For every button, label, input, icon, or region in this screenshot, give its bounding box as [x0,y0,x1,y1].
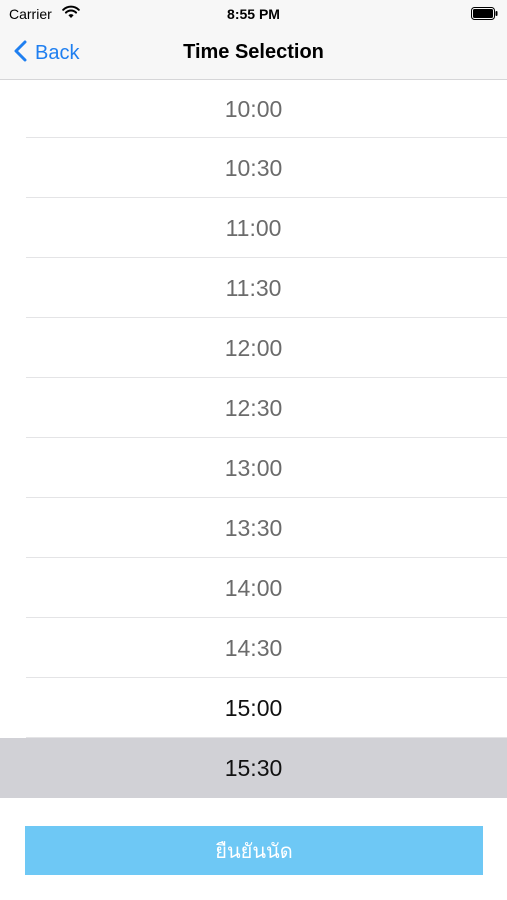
battery-icon [471,7,498,25]
time-slot-row[interactable]: 12:00 [0,318,507,378]
time-slot-list: 10:00 10:30 11:00 11:30 12:00 12:30 13:0… [0,80,507,798]
time-slot-row-selected[interactable]: 15:30 [0,738,507,798]
time-slot-row[interactable]: 12:30 [0,378,507,438]
time-slot-row[interactable]: 10:00 [0,80,507,138]
time-slot-row[interactable]: 13:30 [0,498,507,558]
status-time: 8:55 PM [227,6,280,22]
confirm-appointment-button[interactable]: ยืนยันนัด [25,826,483,875]
navigation-bar: Back Time Selection [0,28,507,80]
page-title: Time Selection [183,41,324,63]
time-slot-row[interactable]: 11:00 [0,198,507,258]
time-slot-row[interactable]: 11:30 [0,258,507,318]
time-slot-row[interactable]: 14:00 [0,558,507,618]
time-slot-row[interactable]: 13:00 [0,438,507,498]
status-bar: Carrier 8:55 PM [0,0,507,28]
time-slot-row[interactable]: 15:00 [0,678,507,738]
time-slot-row[interactable]: 14:30 [0,618,507,678]
time-slot-row[interactable]: 10:30 [0,138,507,198]
